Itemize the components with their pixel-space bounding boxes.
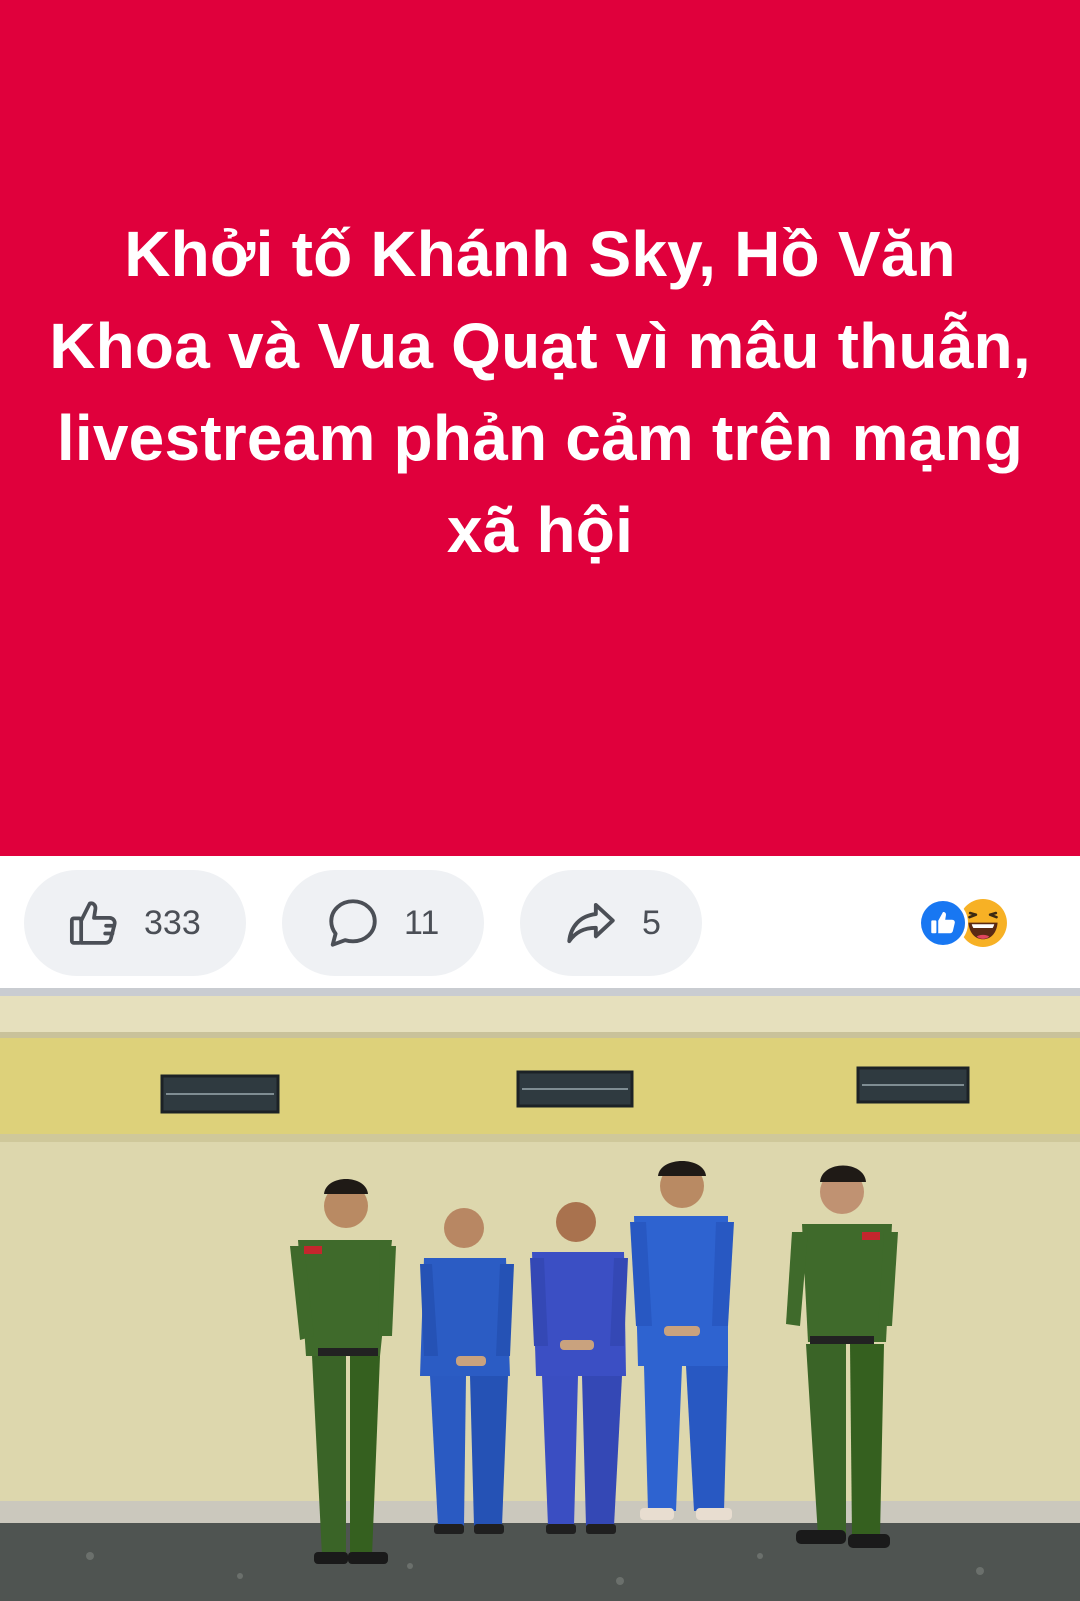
like-button[interactable]: 333 bbox=[24, 870, 246, 976]
share-arrow-icon bbox=[562, 894, 620, 952]
reaction-summary[interactable] bbox=[918, 898, 1018, 950]
comment-button[interactable]: 11 bbox=[282, 870, 484, 976]
like-reaction-icon bbox=[918, 898, 968, 948]
section-divider bbox=[0, 988, 1080, 996]
share-button[interactable]: 5 bbox=[520, 870, 702, 976]
news-photo[interactable] bbox=[0, 996, 1080, 1601]
post-title-line: xã hội bbox=[446, 494, 634, 566]
text-post-card[interactable]: Khởi tố Khánh Sky, Hồ Văn Khoa và Vua Qu… bbox=[0, 0, 1080, 856]
post-title-line: Khoa và Vua Quạt vì mâu thuẫn, bbox=[49, 310, 1031, 382]
comment-count: 11 bbox=[404, 903, 440, 942]
like-count: 333 bbox=[144, 903, 201, 942]
thumbs-up-icon bbox=[66, 895, 122, 951]
post-title: Khởi tố Khánh Sky, Hồ Văn Khoa và Vua Qu… bbox=[49, 208, 1031, 576]
post-title-line: Khởi tố Khánh Sky, Hồ Văn bbox=[124, 218, 956, 290]
post-title-line: livestream phản cảm trên mạng bbox=[56, 402, 1024, 474]
post-action-bar: 333 11 5 bbox=[0, 856, 1080, 988]
comment-bubble-icon bbox=[324, 894, 382, 952]
share-count: 5 bbox=[642, 903, 661, 942]
